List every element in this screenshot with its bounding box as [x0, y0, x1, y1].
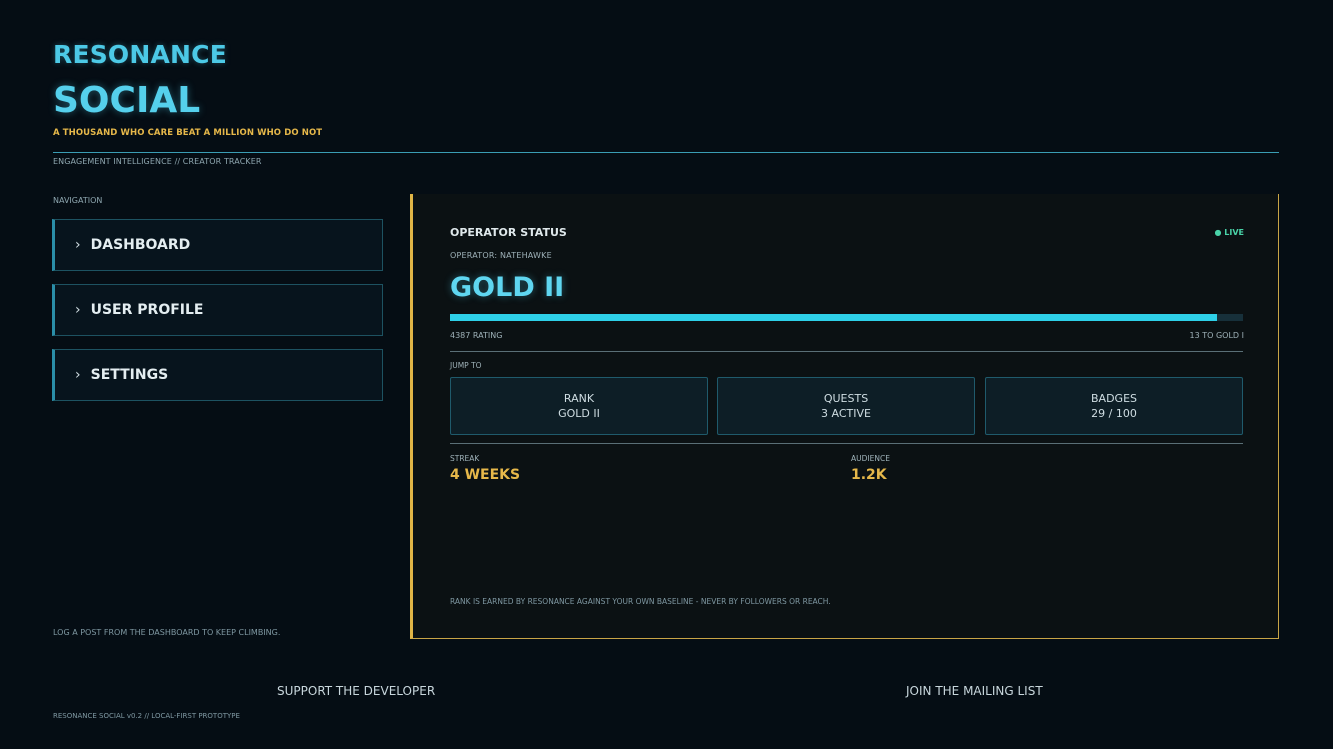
nav-item-dashboard[interactable]: › DASHBOARD [52, 219, 383, 271]
card-title: OPERATOR STATUS [450, 226, 567, 239]
nav-item-settings[interactable]: › SETTINGS [52, 349, 383, 401]
current-rank: GOLD II [450, 272, 565, 303]
live-indicator: ● LIVE [1214, 228, 1245, 237]
app-root: RESONANCE SOCIAL A THOUSAND WHO CARE BEA… [0, 0, 1333, 749]
chevron-right-icon: › [75, 237, 81, 253]
mailing-list-link[interactable]: JOIN THE MAILING LIST [906, 684, 1043, 698]
jump-tile-quests[interactable]: QUESTS 3 ACTIVE [717, 377, 975, 435]
rating-value: 4387 RATING [450, 331, 503, 340]
support-developer-link[interactable]: SUPPORT THE DEVELOPER [277, 684, 435, 698]
header-divider [53, 152, 1279, 153]
rank-progress-fill [450, 314, 1217, 321]
audience-value: 1.2K [851, 467, 887, 483]
tile-title: QUESTS [823, 392, 869, 405]
header-subtitle: ENGAGEMENT INTELLIGENCE // CREATOR TRACK… [53, 157, 262, 166]
chevron-right-icon: › [75, 367, 81, 383]
rank-explanation-note: RANK IS EARNED BY RESONANCE AGAINST YOUR… [450, 597, 831, 606]
section-divider [450, 351, 1243, 352]
tile-value: 29 / 100 [1091, 407, 1137, 420]
audience-label: AUDIENCE [851, 454, 890, 463]
jump-tile-rank[interactable]: RANK GOLD II [450, 377, 708, 435]
nav-item-user-profile[interactable]: › USER PROFILE [52, 284, 383, 336]
jump-to-label: JUMP TO [450, 361, 482, 370]
tile-title: BADGES [1091, 392, 1137, 405]
brand-title-line1: RESONANCE [53, 40, 228, 69]
section-divider [450, 443, 1243, 444]
nav-item-label: SETTINGS [90, 367, 169, 383]
jump-tile-badges[interactable]: BADGES 29 / 100 [985, 377, 1243, 435]
operator-name: OPERATOR: NATEHAWKE [450, 251, 552, 260]
tile-value: GOLD II [558, 407, 600, 420]
nav-hint: LOG A POST FROM THE DASHBOARD TO KEEP CL… [53, 628, 281, 637]
operator-status-card: OPERATOR STATUS ● LIVE OPERATOR: NATEHAW… [410, 194, 1279, 639]
nav-item-label: USER PROFILE [90, 302, 204, 318]
brand-tagline: A THOUSAND WHO CARE BEAT A MILLION WHO D… [53, 128, 323, 138]
points-to-next-rank: 13 TO GOLD I [1189, 331, 1244, 340]
streak-label: STREAK [450, 454, 480, 463]
nav-heading: NAVIGATION [53, 196, 103, 205]
version-info: RESONANCE SOCIAL v0.2 // LOCAL-FIRST PRO… [53, 712, 240, 720]
tile-value: 3 ACTIVE [821, 407, 871, 420]
rank-progress-bar [450, 314, 1243, 321]
brand-title-line2: SOCIAL [53, 80, 201, 121]
streak-value: 4 WEEKS [450, 467, 521, 483]
chevron-right-icon: › [75, 302, 81, 318]
nav-item-label: DASHBOARD [90, 237, 191, 253]
tile-title: RANK [563, 392, 595, 405]
